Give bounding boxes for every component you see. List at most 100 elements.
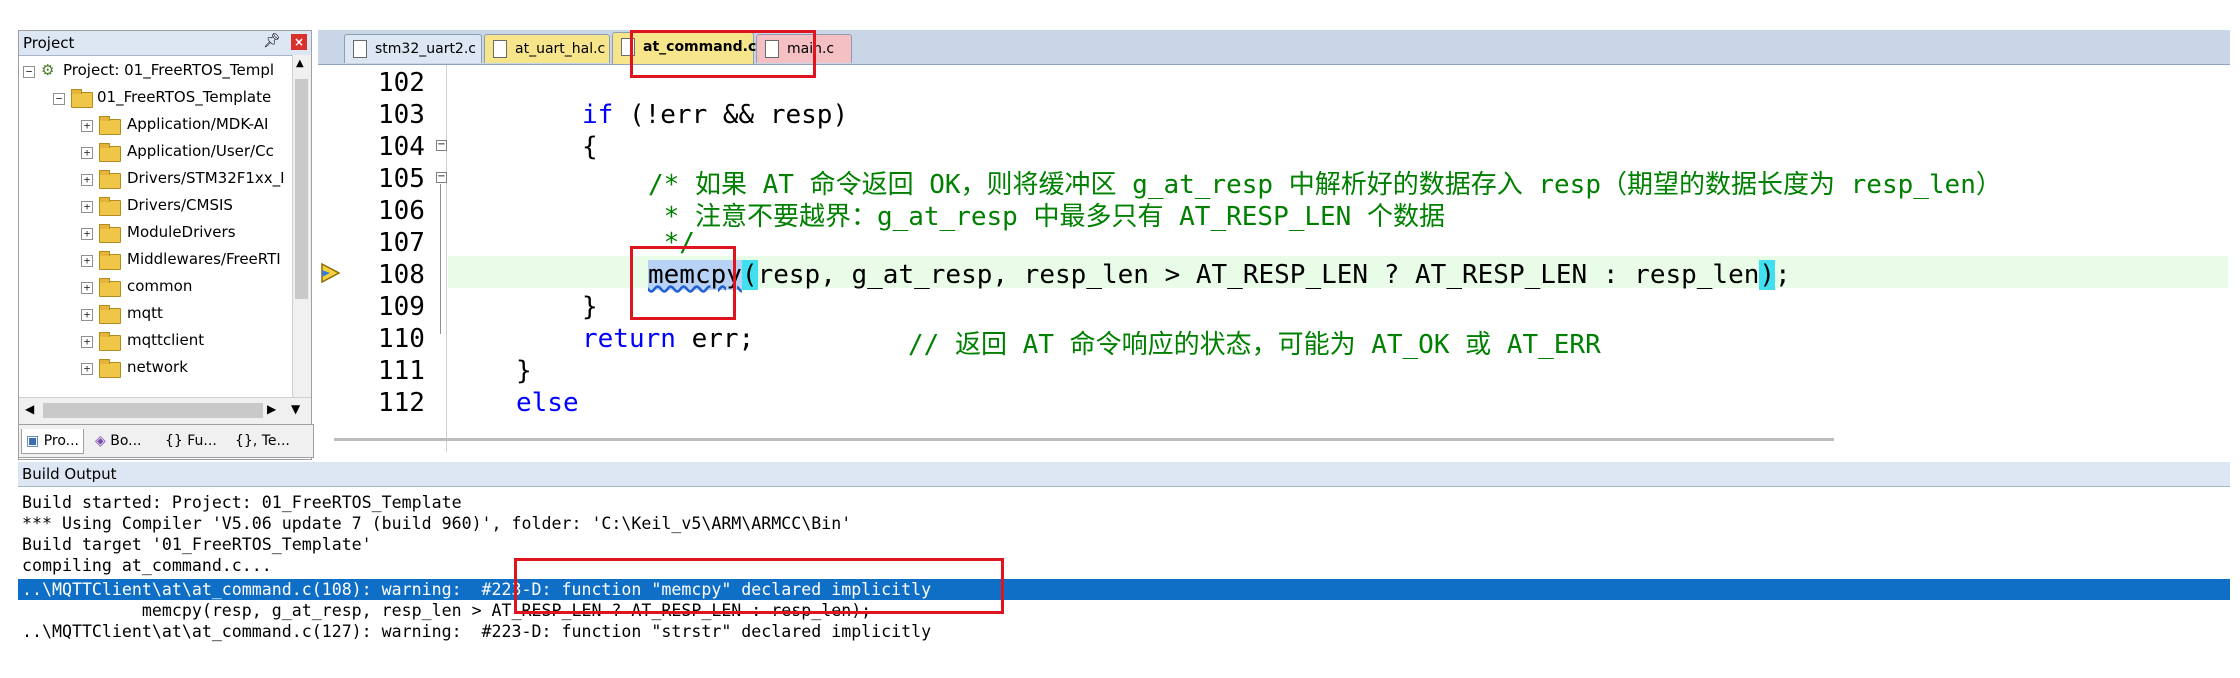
tree-item-label: ModuleDrivers <box>127 223 236 241</box>
output-line[interactable]: Build started: Project: 01_FreeRTOS_Temp… <box>22 492 462 513</box>
code-line-112[interactable]: else <box>516 388 579 418</box>
matched-paren: ) <box>1759 260 1776 290</box>
scroll-down-arrow-icon[interactable]: ▼ <box>291 402 300 416</box>
tab-project[interactable]: ▣ Pro... <box>21 429 85 454</box>
output-line[interactable]: compiling at_command.c... <box>22 555 272 576</box>
keyword-if: if <box>582 100 614 130</box>
scroll-right-arrow-icon[interactable]: ▶ <box>267 402 276 416</box>
expand-icon[interactable]: + <box>81 147 93 159</box>
expand-icon[interactable]: + <box>81 228 93 240</box>
annotation-box-memcpy <box>630 246 736 320</box>
keyword-return: return <box>582 324 676 354</box>
code-editor: stm32_uart2.c at_uart_hal.c at_command.c… <box>318 30 2230 452</box>
folder-icon <box>99 143 121 162</box>
fold-collapse-icon[interactable]: − <box>436 172 447 183</box>
expand-icon[interactable]: + <box>81 174 93 186</box>
tab-label: Pro... <box>43 433 80 449</box>
project-panel-header: Project 📌︎ × <box>19 31 311 56</box>
project-panel-tabs: ▣ Pro... ◈ Bo... {} Fu... {}, Te... <box>18 424 314 458</box>
tab-at-uart-hal[interactable]: at_uart_hal.c <box>484 34 610 63</box>
collapse-icon[interactable]: − <box>23 66 35 78</box>
line-number: 106 <box>378 196 425 226</box>
tree-item-label: Application/MDK-AI <box>127 115 269 133</box>
line-number: 103 <box>378 100 425 130</box>
code-comment-110[interactable]: // 返回 AT 命令响应的状态，可能为 AT_OK 或 AT_ERR <box>908 324 1601 361</box>
tree-item-label: Drivers/STM32F1xx_I <box>127 169 285 187</box>
project-panel: Project 📌︎ × − ⚙ Project: 01_FreeRTOS_Te… <box>18 30 312 460</box>
pin-icon[interactable]: 📌︎ <box>263 33 281 49</box>
expand-icon[interactable]: + <box>81 201 93 213</box>
folder-icon <box>99 359 121 378</box>
tree-item-label: Project: 01_FreeRTOS_Templ <box>63 61 275 79</box>
fold-collapse-icon[interactable]: − <box>436 140 447 151</box>
tree-horizontal-scrollbar[interactable]: ◀ ▶ ▼ <box>19 397 311 424</box>
tab-stm32-uart2[interactable]: stm32_uart2.c <box>344 34 482 63</box>
tree-item-label: common <box>127 277 193 295</box>
expand-icon[interactable]: + <box>81 363 93 375</box>
build-output-title: Build Output <box>22 465 117 483</box>
project-panel-title: Project <box>23 34 75 52</box>
line-number: 108 <box>378 260 425 290</box>
line-number: 111 <box>378 356 425 386</box>
books-tab-icon: ◈ <box>95 433 106 449</box>
scrollbar-thumb[interactable] <box>295 79 308 299</box>
code-line-108[interactable]: memcpy(resp, g_at_resp, resp_len > AT_RE… <box>648 260 1791 290</box>
tab-label: {}, Te... <box>235 433 290 449</box>
expand-icon[interactable]: + <box>81 309 93 321</box>
code-line-106[interactable]: * 注意不要越界：g_at_resp 中最多只有 AT_RESP_LEN 个数据 <box>648 196 1445 233</box>
tree-item-label: mqttclient <box>127 331 205 349</box>
close-icon[interactable]: × <box>291 34 307 50</box>
expand-icon[interactable]: + <box>81 255 93 267</box>
tree-item-label: network <box>127 358 188 376</box>
line-number: 112 <box>378 388 425 418</box>
folder-icon <box>99 278 121 297</box>
scroll-up-arrow-icon[interactable]: ▲ <box>296 58 304 69</box>
folder-icon <box>99 332 121 351</box>
tree-item-label: Drivers/CMSIS <box>127 196 233 214</box>
code-line-104[interactable]: { <box>582 132 598 162</box>
project-tab-icon: ▣ <box>26 433 40 449</box>
line-number: 109 <box>378 292 425 322</box>
scrollbar-thumb[interactable] <box>334 438 1834 441</box>
code-line-109[interactable]: } <box>582 292 598 322</box>
tab-label: stm32_uart2.c <box>375 41 476 57</box>
file-icon <box>353 40 367 58</box>
folder-icon <box>99 116 121 135</box>
file-icon <box>493 40 507 58</box>
collapse-icon[interactable]: − <box>53 93 65 105</box>
expand-icon[interactable]: + <box>81 120 93 132</box>
code-line-110[interactable]: return err; <box>582 324 754 354</box>
tab-templates[interactable]: {}, Te... <box>231 429 294 453</box>
code-line-103[interactable]: if (!err && resp) <box>582 100 848 130</box>
code-text: resp, g_at_resp, resp_len > AT_RESP_LEN … <box>757 260 1760 290</box>
editor-horizontal-scrollbar[interactable] <box>334 434 2214 444</box>
tree-item-label: mqtt <box>127 304 163 322</box>
scroll-left-arrow-icon[interactable]: ◀ <box>25 402 34 416</box>
tab-books[interactable]: ◈ Bo... <box>91 429 146 453</box>
folder-icon <box>99 170 121 189</box>
tab-functions[interactable]: {} Fu... <box>161 429 221 453</box>
annotation-box-warning <box>514 558 1004 614</box>
matched-paren: ( <box>741 260 758 290</box>
output-line[interactable]: ..\MQTTClient\at\at_command.c(127): warn… <box>22 621 931 642</box>
code-line-111[interactable]: } <box>516 356 532 386</box>
expand-icon[interactable]: + <box>81 282 93 294</box>
folder-icon <box>99 224 121 243</box>
tab-label: {} Fu... <box>165 433 217 449</box>
tab-label: at_uart_hal.c <box>515 41 606 57</box>
output-line[interactable]: Build target '01_FreeRTOS_Template' <box>22 534 372 555</box>
expand-icon[interactable]: + <box>81 336 93 348</box>
build-output-header: Build Output <box>18 462 2230 487</box>
tree-item-label: 01_FreeRTOS_Template <box>97 88 272 106</box>
tree-vertical-scrollbar[interactable]: ▲ <box>292 55 311 433</box>
folder-icon <box>99 251 121 270</box>
project-icon: ⚙ <box>41 61 55 79</box>
target-folder-icon <box>71 89 93 108</box>
file-tab-bar: stm32_uart2.c at_uart_hal.c at_command.c… <box>318 30 2230 65</box>
build-output-panel: Build Output Build started: Project: 01_… <box>18 462 2230 678</box>
output-line[interactable]: *** Using Compiler 'V5.06 update 7 (buil… <box>22 513 851 534</box>
scrollbar-thumb[interactable] <box>43 403 263 418</box>
folder-icon <box>99 197 121 216</box>
code-text: ; <box>1775 260 1791 290</box>
current-line-arrow-icon <box>321 262 341 284</box>
